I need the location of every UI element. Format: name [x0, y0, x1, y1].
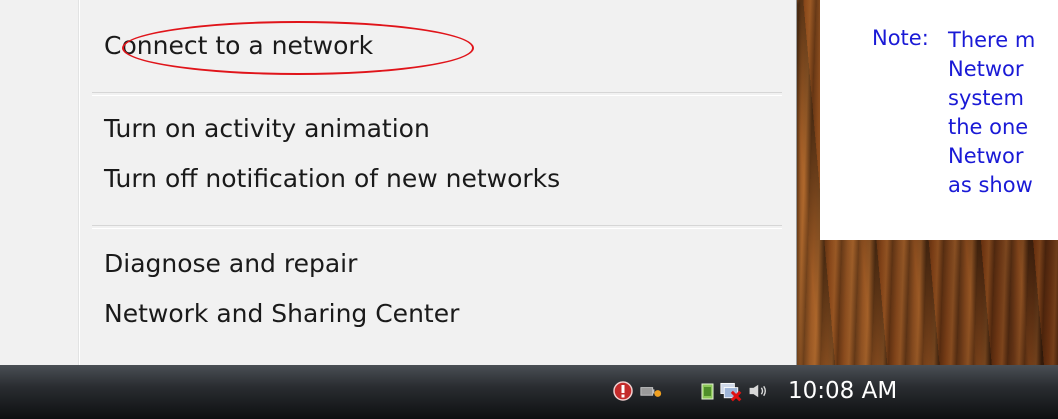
removable-device-icon[interactable]	[697, 380, 719, 402]
note-line: the one	[948, 115, 1029, 139]
menu-item-turn-off-notification[interactable]: Turn off notification of new networks	[104, 157, 764, 201]
menu-item-connect-to-network[interactable]: Connect to a network	[104, 24, 764, 68]
note-line: as show	[948, 173, 1033, 197]
volume-icon[interactable]	[748, 380, 770, 402]
note-text: There m Networ system the one Networ as …	[948, 26, 1058, 200]
clock[interactable]: 10:08 AM	[788, 365, 897, 419]
menu-icon-gutter	[0, 0, 80, 368]
taskbar: 10:08 AM	[0, 365, 1058, 419]
note-line: Networ	[948, 144, 1024, 168]
menu-separator	[92, 225, 782, 229]
note-line: system	[948, 86, 1024, 110]
gutter-divider-highlight	[79, 0, 80, 368]
menu-item-network-and-sharing-center[interactable]: Network and Sharing Center	[104, 292, 764, 336]
note-label: Note:	[872, 26, 929, 50]
note-line: Networ	[948, 57, 1024, 81]
battery-icon[interactable]	[640, 380, 662, 402]
menu-separator	[92, 92, 782, 96]
note-line: There m	[948, 28, 1036, 52]
menu-item-diagnose-and-repair[interactable]: Diagnose and repair	[104, 242, 764, 286]
network-disconnected-icon[interactable]	[720, 380, 742, 402]
menu-item-turn-on-activity-animation[interactable]: Turn on activity animation	[104, 107, 764, 151]
network-context-menu: Connect to a network Turn on activity an…	[0, 0, 797, 369]
security-shield-icon[interactable]	[612, 380, 634, 402]
note-callout: Note: There m Networ system the one Netw…	[820, 0, 1058, 240]
